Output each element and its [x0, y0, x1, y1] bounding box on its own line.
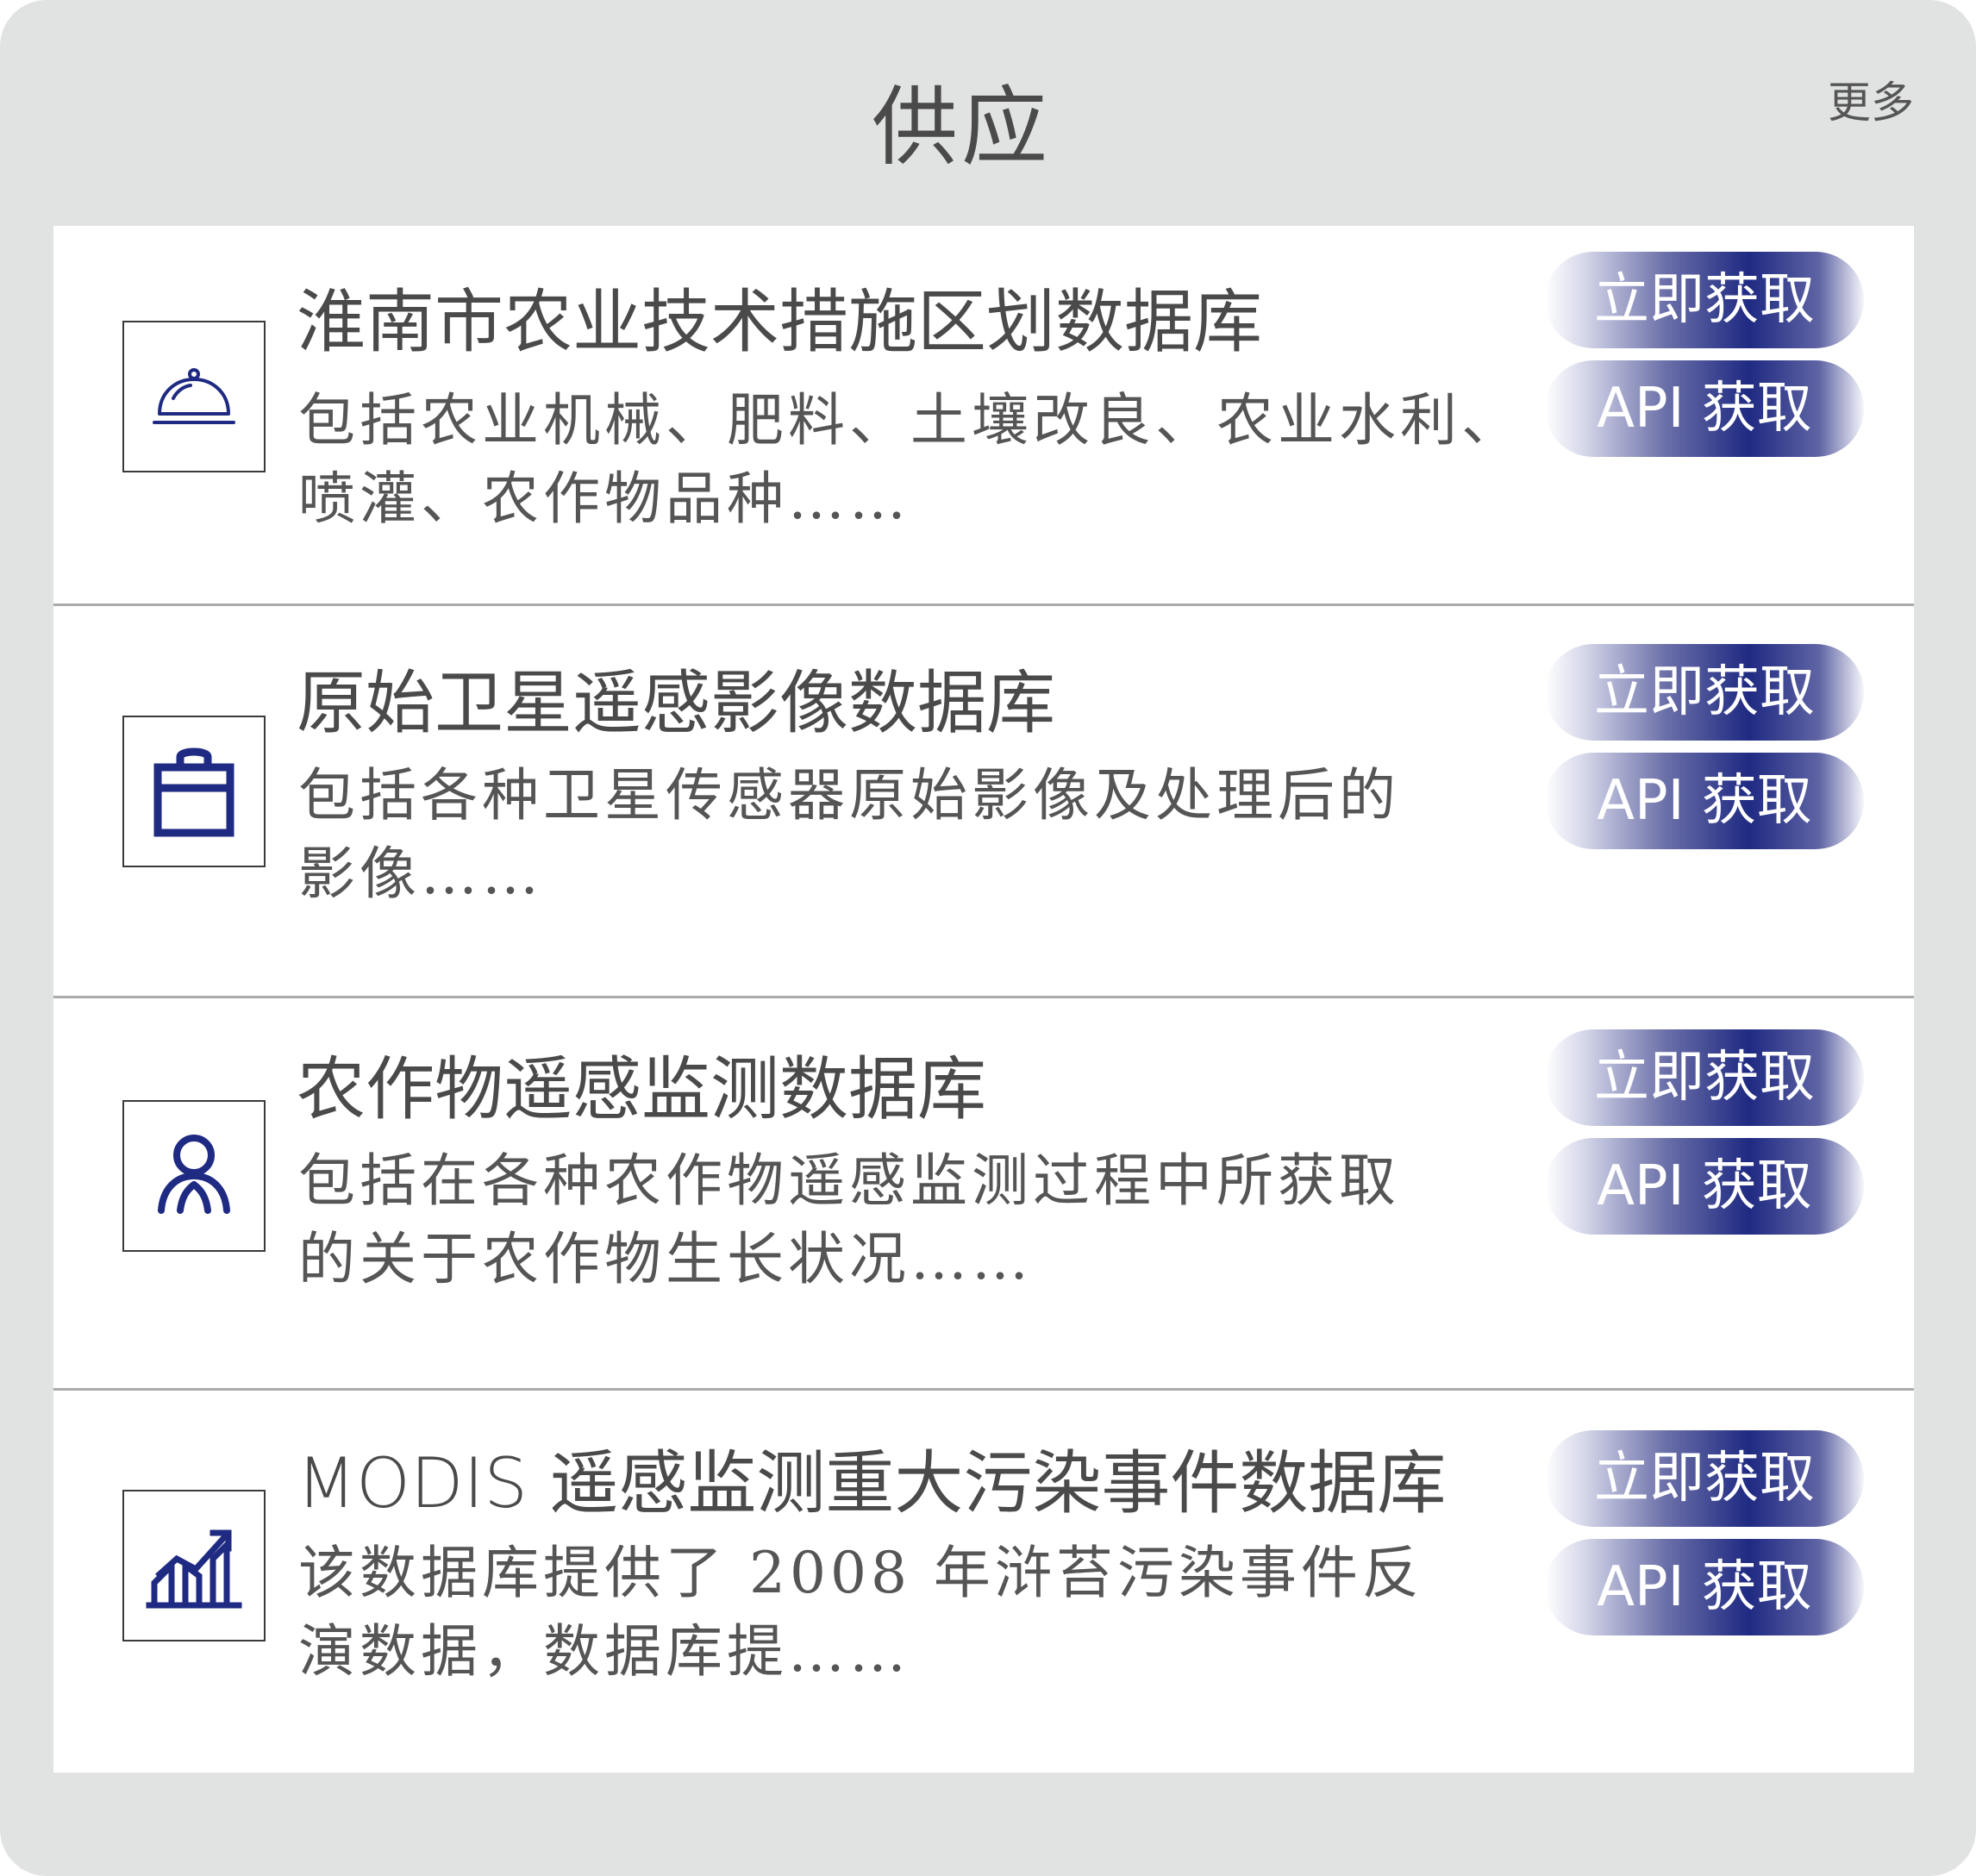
api-get-button[interactable]: API 获取: [1545, 753, 1864, 849]
description-line: 包括农业机械、肥料、土壤改良、农业水利、: [298, 387, 1523, 453]
more-link[interactable]: 更多: [1828, 72, 1914, 133]
list-item[interactable]: 原始卫星遥感影像数据库 包括各种卫星传感器原始影像及处理后的 影像…… 立即获取…: [53, 606, 1914, 996]
item-title[interactable]: MODIS 遥感监测重大污染事件数据库: [297, 1441, 1446, 1527]
description-line: 的关于农作物生长状况……: [298, 1226, 1033, 1292]
item-title[interactable]: 原始卫星遥感影像数据库: [297, 660, 1055, 747]
api-get-button[interactable]: API 获取: [1545, 360, 1864, 457]
shopping-bag-icon: [122, 716, 266, 867]
description-line: 演数据，数据库提……: [298, 1618, 910, 1685]
description-line: 该数据库提供了 2008 年浒苔污染事件反: [298, 1540, 1423, 1606]
item-description: 包括在各种农作物遥感监测过程中所获取 的关于农作物生长状况……: [298, 1141, 1540, 1298]
api-get-button[interactable]: API 获取: [1545, 1539, 1864, 1635]
item-title[interactable]: 淮南市农业技术措施区划数据库: [297, 279, 1262, 366]
item-description: 该数据库提供了 2008 年浒苔污染事件反 演数据，数据库提……: [298, 1534, 1540, 1691]
page-title: 供应: [872, 77, 1051, 178]
item-description: 包括农业机械、肥料、土壤改良、农业水利、 喷灌、农作物品种……: [298, 381, 1540, 538]
list-item[interactable]: MODIS 遥感监测重大污染事件数据库 该数据库提供了 2008 年浒苔污染事件…: [53, 1391, 1914, 1773]
api-get-button[interactable]: API 获取: [1545, 1138, 1864, 1235]
item-title[interactable]: 农作物遥感监测数据库: [297, 1047, 986, 1133]
get-now-button[interactable]: 立即获取: [1545, 1029, 1864, 1126]
supply-panel: 供应 更多 淮南市农业技术措施区划数据库 包括农业机械、肥料、土壤改良、农业水利…: [0, 0, 1976, 1876]
description-line: 包括各种卫星传感器原始影像及处理后的: [298, 762, 1400, 829]
growth-chart-icon: [122, 1490, 266, 1642]
description-line: 包括在各种农作物遥感监测过程中所获取: [298, 1147, 1400, 1214]
description-line: 喷灌、农作物品种……: [298, 466, 910, 532]
user-icon: [122, 1100, 266, 1252]
food-cover-icon: [122, 321, 266, 472]
list-item[interactable]: 淮南市农业技术措施区划数据库 包括农业机械、肥料、土壤改良、农业水利、 喷灌、农…: [53, 226, 1914, 603]
get-now-button[interactable]: 立即获取: [1545, 644, 1864, 741]
list-item[interactable]: 农作物遥感监测数据库 包括在各种农作物遥感监测过程中所获取 的关于农作物生长状况…: [53, 998, 1914, 1388]
description-line: 影像……: [298, 841, 543, 907]
supply-list: 淮南市农业技术措施区划数据库 包括农业机械、肥料、土壤改良、农业水利、 喷灌、农…: [53, 226, 1914, 1773]
get-now-button[interactable]: 立即获取: [1545, 252, 1864, 348]
item-description: 包括各种卫星传感器原始影像及处理后的 影像……: [298, 756, 1540, 913]
get-now-button[interactable]: 立即获取: [1545, 1430, 1864, 1527]
